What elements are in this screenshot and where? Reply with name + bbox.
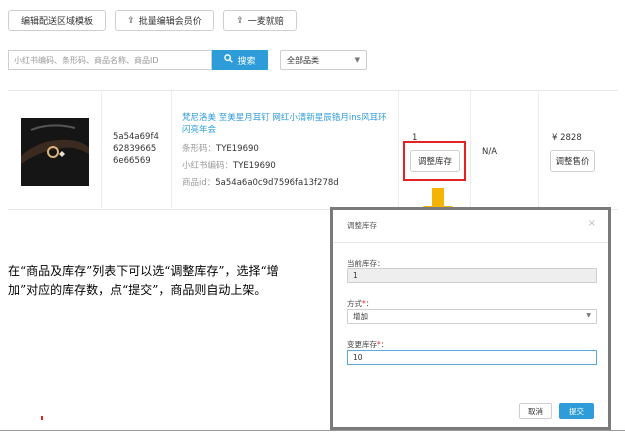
search-button[interactable]: 搜索 [212,50,268,70]
barcode-line: 条形码：TYE19690 [182,144,259,154]
adjust-price-label: 调整售价 [555,157,590,167]
member-price-value: N/A [482,147,498,157]
upload-icon: ⇪ [236,15,244,26]
search-placeholder: 小红书编码、条形码、商品名称、商品ID [14,55,159,65]
adjust-price-button[interactable]: 调整售价 [550,150,595,172]
method-label: 方式*： [347,299,374,308]
edit-delivery-template-button[interactable]: 编辑配送区域模板 [8,10,106,31]
product-thumbnail [21,118,89,186]
column-divider [538,90,539,208]
compensation-label: 一麦就赔 [247,17,284,27]
change-stock-label: 变更库存*： [347,340,389,349]
highlight-box [403,141,466,181]
divider [333,242,608,243]
product-id-cell: 5a54a69f4 62839665 6e66569 [113,132,159,166]
product-title-link[interactable]: 梵尼洛美 至美星月耳钉 网红小清新星辰锆月ins风耳环闪亮年会 [182,112,392,136]
item-id-line: 商品id：5a54a6a0c9d7596fa13f278d [182,178,339,188]
upload-icon: ⇪ [127,15,135,26]
submit-button[interactable]: 提交 [559,403,594,419]
product-table [8,90,618,210]
method-select[interactable]: 增加 ▼ [347,309,597,324]
adjust-stock-dialog: 调整库存 × 当前库存： 1 方式*： 增加 ▼ 变更库存*： 10 取消 提交 [330,207,611,430]
rb-code-line: 小红书编码：TYE19690 [182,161,276,171]
price-value: ¥ 2828 [552,133,582,143]
column-divider [470,90,471,208]
bottom-divider [0,430,625,431]
instruction-note: 在“商品及库存”列表下可以选“调整库存”，选择“增加”对应的库存数，点“提交”，… [8,264,279,297]
search-icon [224,54,234,66]
column-divider [398,90,399,208]
red-mark [41,416,43,420]
cancel-button[interactable]: 取消 [519,403,552,419]
search-button-label: 搜索 [237,56,256,67]
chevron-down-icon: ▼ [586,312,591,319]
change-stock-input[interactable]: 10 [347,350,597,365]
current-stock-field: 1 [347,268,597,283]
close-icon[interactable]: × [588,218,596,229]
batch-edit-member-price-button[interactable]: ⇪ 批量编辑会员价 [115,10,214,31]
search-input[interactable]: 小红书编码、条形码、商品名称、商品ID [8,50,212,70]
compensation-button[interactable]: ⇪ 一麦就赔 [223,10,297,31]
chevron-down-icon: ▼ [354,56,360,64]
column-divider [101,90,102,208]
batch-edit-member-price-label: 批量编辑会员价 [138,17,202,27]
category-select[interactable]: 全部品类 ▼ [280,50,367,70]
edit-delivery-template-label: 编辑配送区域模板 [20,17,93,27]
dialog-title: 调整库存 [347,221,377,230]
column-divider [171,90,172,208]
category-select-value: 全部品类 [287,55,319,65]
